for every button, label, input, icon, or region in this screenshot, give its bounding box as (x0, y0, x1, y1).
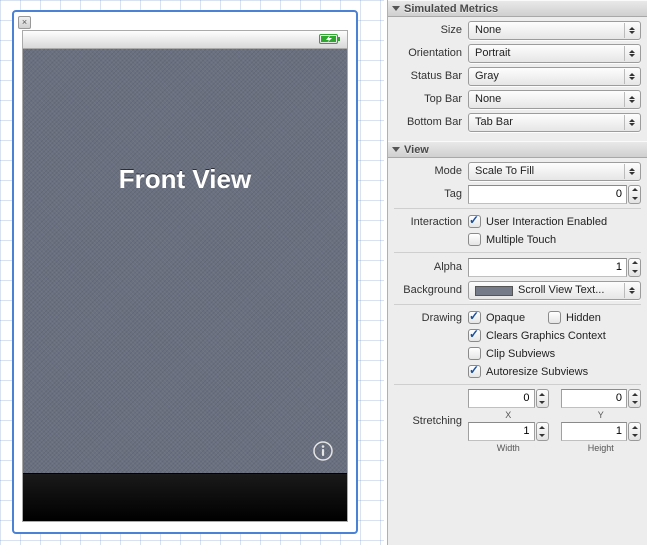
statusbar-label: Status Bar (394, 70, 468, 82)
chevron-updown-icon (624, 46, 638, 61)
chevron-updown-icon (624, 23, 638, 38)
mode-label: Mode (394, 165, 468, 177)
autoresize-subviews-label: Autoresize Subviews (486, 366, 588, 378)
info-icon[interactable] (313, 441, 333, 461)
hidden-label: Hidden (566, 312, 601, 324)
disclosure-triangle-icon (392, 6, 400, 11)
multiple-touch-checkbox[interactable] (468, 233, 481, 246)
bottombar-label: Bottom Bar (394, 116, 468, 128)
drawing-label: Drawing (394, 312, 468, 324)
size-popup[interactable]: None (468, 21, 641, 40)
tag-label: Tag (394, 188, 468, 200)
stretch-y-sublabel: Y (561, 410, 642, 420)
stretch-height-sublabel: Height (561, 443, 642, 453)
stretch-y-field[interactable]: 0 (561, 389, 628, 408)
clears-graphics-checkbox[interactable] (468, 329, 481, 342)
battery-charging-icon (319, 34, 341, 44)
user-interaction-checkbox[interactable] (468, 215, 481, 228)
color-swatch (475, 286, 513, 296)
main-view[interactable]: Front View (23, 49, 347, 473)
stretch-height-stepper[interactable] (628, 422, 641, 441)
mode-popup[interactable]: Scale To Fill (468, 162, 641, 181)
section-view[interactable]: View (388, 141, 647, 158)
tag-field[interactable]: 0 (468, 185, 627, 204)
hidden-checkbox[interactable] (548, 311, 561, 324)
tab-bar[interactable] (23, 473, 347, 521)
chevron-updown-icon (624, 164, 638, 179)
clip-subviews-checkbox[interactable] (468, 347, 481, 360)
disclosure-triangle-icon (392, 147, 400, 152)
view-title-label: Front View (23, 164, 347, 195)
stretch-height-field[interactable]: 1 (561, 422, 628, 441)
orientation-popup[interactable]: Portrait (468, 44, 641, 63)
orientation-label: Orientation (394, 47, 468, 59)
inspector-panel: Simulated Metrics Size None Orientation … (387, 0, 647, 545)
background-label: Background (394, 284, 468, 296)
chevron-updown-icon (624, 283, 638, 298)
bottombar-popup[interactable]: Tab Bar (468, 113, 641, 132)
section-title: Simulated Metrics (404, 3, 498, 15)
chevron-updown-icon (624, 92, 638, 107)
multiple-touch-label: Multiple Touch (486, 234, 556, 246)
chevron-updown-icon (624, 115, 638, 130)
size-label: Size (394, 24, 468, 36)
stretch-x-stepper[interactable] (536, 389, 549, 408)
statusbar-popup[interactable]: Gray (468, 67, 641, 86)
autoresize-subviews-checkbox[interactable] (468, 365, 481, 378)
stretch-width-sublabel: Width (468, 443, 549, 453)
stretch-width-field[interactable]: 1 (468, 422, 535, 441)
alpha-stepper[interactable] (628, 258, 641, 277)
interaction-label: Interaction (394, 216, 468, 228)
clip-subviews-label: Clip Subviews (486, 348, 555, 360)
section-simulated-metrics[interactable]: Simulated Metrics (388, 0, 647, 17)
topbar-label: Top Bar (394, 93, 468, 105)
opaque-label: Opaque (486, 312, 548, 324)
topbar-popup[interactable]: None (468, 90, 641, 109)
alpha-label: Alpha (394, 261, 468, 273)
section-title: View (404, 144, 429, 156)
close-icon[interactable]: × (18, 16, 31, 29)
device-screen: Front View (22, 30, 348, 522)
stretch-x-sublabel: X (468, 410, 549, 420)
user-interaction-label: User Interaction Enabled (486, 216, 607, 228)
background-popup[interactable]: Scroll View Text... (468, 281, 641, 300)
clears-graphics-label: Clears Graphics Context (486, 330, 606, 342)
stretching-label: Stretching (394, 415, 468, 427)
alpha-field[interactable]: 1 (468, 258, 627, 277)
stretch-width-stepper[interactable] (536, 422, 549, 441)
opaque-checkbox[interactable] (468, 311, 481, 324)
tag-stepper[interactable] (628, 185, 641, 204)
stretch-y-stepper[interactable] (628, 389, 641, 408)
status-bar (23, 31, 347, 49)
stretch-x-field[interactable]: 0 (468, 389, 535, 408)
canvas-area: × Front View (0, 0, 384, 545)
device-frame[interactable]: × Front View (12, 10, 358, 534)
chevron-updown-icon (624, 69, 638, 84)
